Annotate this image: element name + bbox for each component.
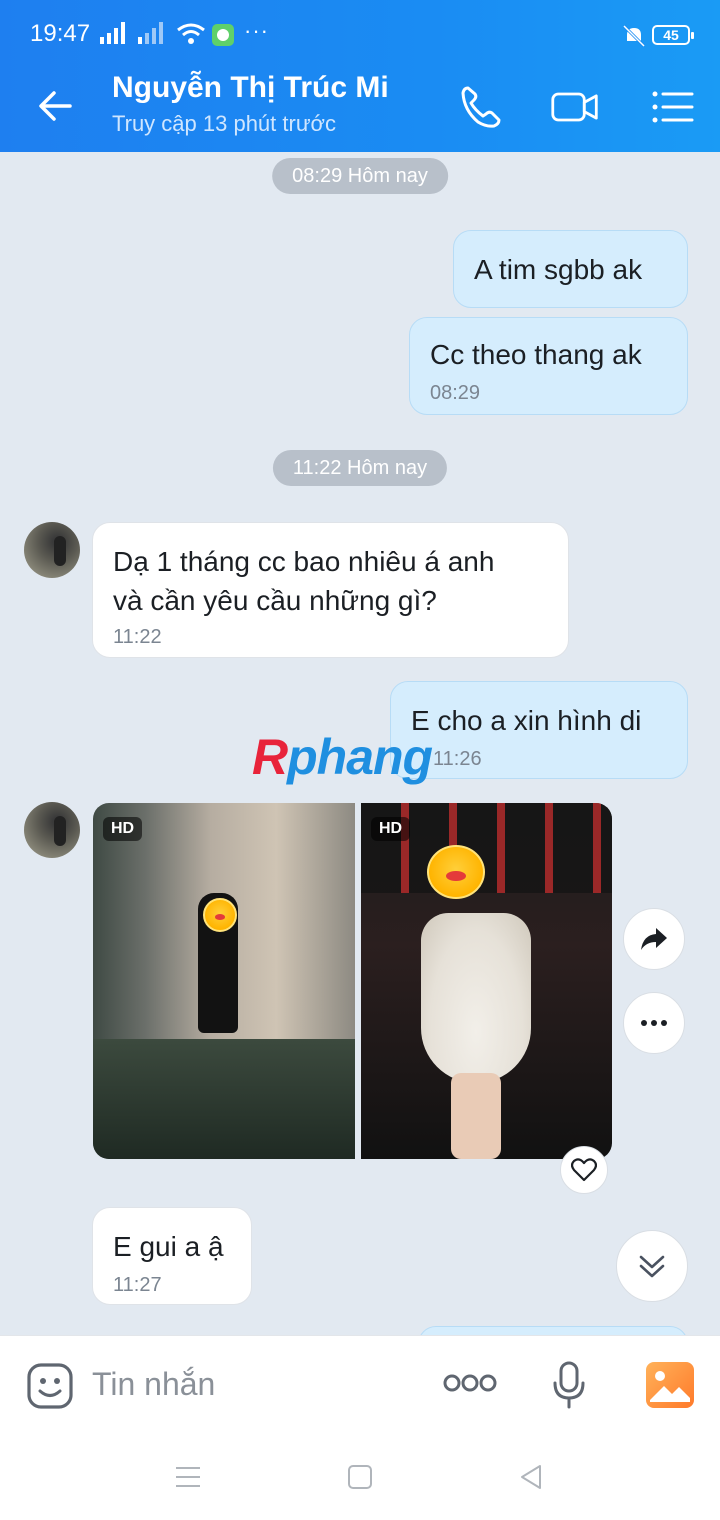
scroll-down-icon [639,1255,665,1278]
message-composer: Tin nhắn [0,1335,720,1435]
message-text: A tim sgbb ak [474,254,643,285]
battery-level: 45 [663,27,679,43]
system-nav-bar [0,1435,720,1520]
message-text: E cho a xin hình di [411,705,642,736]
message-time: 11:26 [433,748,482,770]
status-dots: ··· [244,18,269,43]
message-bubble-outgoing[interactable]: A tim sgbb ak [453,230,688,308]
watermark-r: R [252,729,288,785]
heart-icon [571,1158,597,1182]
message-bubble-outgoing[interactable]: E cho a xin hình di 11:26 [390,681,688,779]
time-separator: 08:29 Hôm nay [272,158,448,194]
message-time: 11:27 [113,1274,162,1296]
message-text: và cần yêu cầu những gì? [113,585,437,616]
battery-indicator: 45 [652,25,694,45]
photo-message: HD HD [93,803,612,1159]
contact-name[interactable]: Nguyễn Thị Trúc Mi [112,71,389,105]
message-time: 08:29 [430,382,481,404]
avatar[interactable] [24,802,80,858]
message-text: Cc theo thang ak [430,339,642,370]
emoji-sticker [203,898,237,932]
status-time: 19:47 [30,20,91,47]
watermark: Rphang [252,728,433,786]
home-icon[interactable] [347,1464,373,1490]
last-seen-status: Truy cập 13 phút trước [112,111,336,136]
photo-content [93,1039,355,1159]
video-call-icon[interactable] [550,82,600,132]
react-button[interactable] [560,1146,608,1194]
photo-content [421,913,531,1083]
message-bubble-incoming[interactable]: E gui a ậ 11:27 [92,1207,252,1305]
signal-icon [100,22,125,44]
back-arrow-icon[interactable] [36,86,76,126]
emoji-sticker [427,845,485,899]
hd-badge: HD [371,817,411,841]
message-input[interactable]: Tin nhắn [92,1366,215,1403]
emoji-icon[interactable] [26,1362,74,1410]
back-nav-icon[interactable] [518,1463,544,1491]
recent-apps-icon[interactable] [174,1465,202,1489]
avatar[interactable] [24,522,80,578]
time-separator: 11:22 Hôm nay [272,450,448,486]
wifi-icon [177,23,205,44]
mute-icon [622,24,646,48]
photo-thumbnail[interactable]: HD [361,803,612,1159]
message-bubble-incoming[interactable]: Dạ 1 tháng cc bao nhiêu á anh và cần yêu… [92,522,569,658]
scroll-down-button[interactable] [616,1230,688,1302]
more-options-icon[interactable] [443,1372,497,1394]
signal-2-icon [138,22,163,44]
share-button[interactable] [623,908,685,970]
photo-content [451,1073,501,1159]
share-icon [641,928,667,950]
chat-header: Nguyễn Thị Trúc Mi Truy cập 13 phút trướ… [0,58,720,152]
message-text: Dạ 1 tháng cc bao nhiêu á anh [113,546,495,577]
message-bubble-outgoing[interactable]: Cc theo thang ak 08:29 [409,317,688,415]
message-time: 11:22 [113,626,162,648]
hd-badge: HD [103,817,143,841]
photo-thumbnail[interactable]: HD [93,803,355,1159]
phone-icon[interactable] [456,82,506,132]
menu-list-icon[interactable] [648,82,698,132]
image-icon [650,1371,690,1402]
app-notification-icon [212,24,234,46]
status-bar: 19:47 ··· 45 [0,0,720,58]
more-icon [641,1020,667,1026]
image-button[interactable] [646,1362,694,1408]
message-text: E gui a ậ [113,1231,224,1262]
microphone-icon[interactable] [551,1360,587,1410]
more-button[interactable] [623,992,685,1054]
watermark-text: phang [287,729,433,785]
